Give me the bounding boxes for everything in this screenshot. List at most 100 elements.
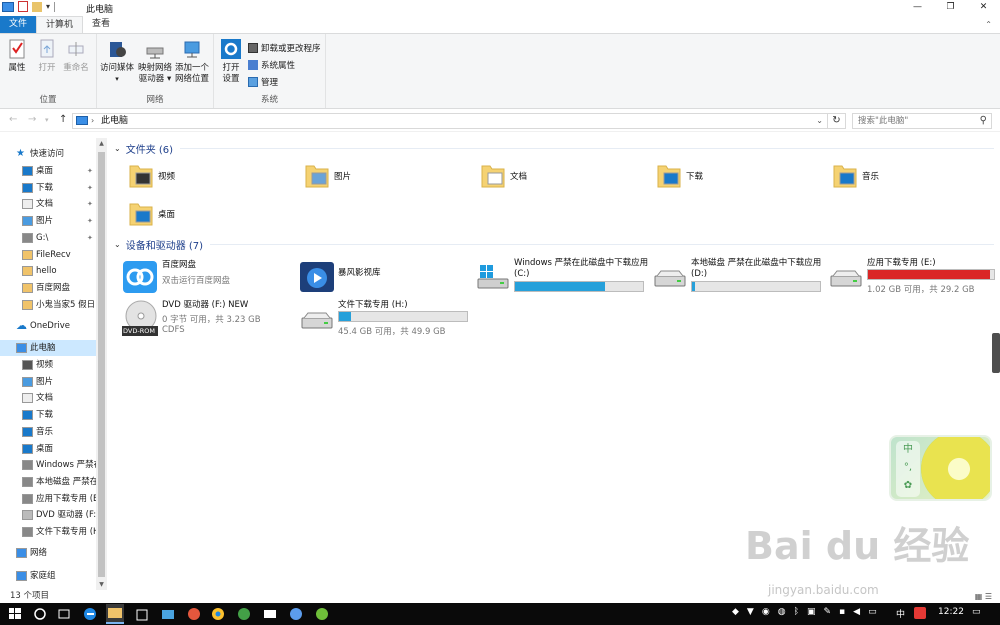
open-settings-button[interactable]: 打开 设置 <box>218 38 244 85</box>
add-network-location-button[interactable]: 添加一个 网络位置 <box>173 38 211 85</box>
devices-section-header[interactable]: ⌄ 设备和驱动器 (7) <box>114 237 203 252</box>
task-view-icon[interactable] <box>56 606 72 622</box>
drive-dvd[interactable]: DVD-ROM DVD 驱动器 (F:) NEW 0 字节 可用，共 3.23 … <box>122 298 292 346</box>
tray-app-icon[interactable]: ◍ <box>778 607 786 617</box>
breadcrumb-separator-icon[interactable]: › <box>91 114 94 128</box>
close-button[interactable]: ✕ <box>967 0 1000 15</box>
nav-this-pc[interactable]: 此电脑 <box>0 340 96 356</box>
nav-pc-d-drive[interactable]: 本地磁盘 严禁在 <box>0 474 96 490</box>
pin-icon[interactable]: ✦ <box>87 196 93 212</box>
scroll-up-arrow-icon[interactable]: ▲ <box>96 140 107 147</box>
tray-app-icon[interactable]: ◆ <box>732 607 739 617</box>
nav-pc-e-drive[interactable]: 应用下载专用 (E <box>0 491 96 507</box>
mail-icon[interactable] <box>262 606 278 622</box>
nav-qa-pictures[interactable]: 图片 ✦ <box>0 213 96 229</box>
nav-pc-documents[interactable]: 文档 <box>0 390 96 406</box>
new-folder-qat-icon[interactable] <box>32 1 42 12</box>
pin-icon[interactable]: ✦ <box>87 213 93 229</box>
folders-section-header[interactable]: ⌄ 文件夹 (6) <box>114 141 173 156</box>
search-icon[interactable] <box>32 606 48 622</box>
pen-icon[interactable]: ✎ <box>823 607 831 617</box>
chrome-icon[interactable] <box>210 606 226 622</box>
clock[interactable]: 12:22 <box>938 607 964 617</box>
folder-documents[interactable]: 文档 <box>466 160 636 196</box>
nav-qa-hello[interactable]: hello <box>0 263 96 279</box>
nav-pc-dvd-drive[interactable]: DVD 驱动器 (F:) <box>0 507 96 523</box>
access-media-button[interactable]: 访问媒体 ▾ <box>100 38 134 85</box>
nav-pc-music[interactable]: 音乐 <box>0 424 96 440</box>
nav-qa-downloads[interactable]: 下载 ✦ <box>0 180 96 196</box>
address-input[interactable]: › 此电脑 ⌄ <box>72 113 828 129</box>
maximize-button[interactable]: ❐ <box>934 0 967 15</box>
up-arrow-icon[interactable]: ↑ <box>59 114 67 125</box>
keyboard-icon[interactable]: ▭ <box>868 607 877 617</box>
system-properties-button[interactable]: 系统属性 <box>248 59 295 71</box>
app-icon-5[interactable] <box>314 606 330 622</box>
view-toggle-buttons[interactable]: ▦ ☰ <box>975 590 992 603</box>
store-icon[interactable] <box>134 606 150 622</box>
nav-pc-pictures[interactable]: 图片 <box>0 374 96 390</box>
properties-qat-icon[interactable] <box>18 1 28 12</box>
app-icon-3[interactable] <box>236 606 252 622</box>
nav-pc-c-drive[interactable]: Windows 严禁在 <box>0 457 96 473</box>
search-input[interactable]: 搜索"此电脑" ⚲ <box>852 113 992 129</box>
widget-punct-button[interactable]: °, <box>896 459 920 477</box>
ime-indicator[interactable]: 中 <box>896 607 905 620</box>
scroll-down-arrow-icon[interactable]: ▼ <box>96 581 107 588</box>
nav-qa-g-drive[interactable]: G:\ ✦ <box>0 230 96 246</box>
refresh-button[interactable]: ↻ <box>828 113 846 129</box>
manage-button[interactable]: 管理 <box>248 76 278 88</box>
uninstall-programs-button[interactable]: 卸载或更改程序 <box>248 42 321 54</box>
nav-qa-filerecv[interactable]: FileRecv <box>0 247 96 263</box>
nav-onedrive[interactable]: ☁ OneDrive <box>0 318 96 334</box>
breadcrumb[interactable]: 此电脑 <box>101 116 128 126</box>
nav-qa-desktop[interactable]: 桌面 ✦ <box>0 163 96 179</box>
tab-view[interactable]: 查看 <box>83 16 119 33</box>
tray-app-icon[interactable]: ▣ <box>807 607 816 617</box>
pin-icon[interactable]: ✦ <box>87 163 93 179</box>
pin-icon[interactable]: ✦ <box>87 230 93 246</box>
nav-qa-documents[interactable]: 文档 ✦ <box>0 196 96 212</box>
folder-videos[interactable]: 视频 <box>114 160 284 196</box>
drive-e[interactable]: 应用下载专用 (E:) 1.02 GB 可用，共 29.2 GB <box>827 256 997 304</box>
widget-settings-button[interactable]: ✿ <box>896 477 920 495</box>
nav-network[interactable]: 网络 <box>0 545 96 561</box>
widget-lang-button[interactable]: 中 <box>896 441 920 459</box>
drive-h[interactable]: 文件下载专用 (H:) 45.4 GB 可用，共 49.9 GB <box>298 298 478 346</box>
file-explorer-taskbar-icon[interactable] <box>106 604 124 624</box>
nav-homegroup[interactable]: 家庭组 <box>0 568 96 584</box>
ime-skin-widget[interactable]: 中 °, ✿ <box>889 435 992 501</box>
tab-computer[interactable]: 计算机 <box>36 16 84 33</box>
start-windows-icon[interactable] <box>8 606 24 622</box>
open-button[interactable]: 打开 <box>36 38 58 74</box>
edge-browser-icon[interactable] <box>82 606 98 622</box>
drive-c[interactable]: Windows 严禁在此磁盘中下载应用 (C:) <box>474 256 654 304</box>
folder-music[interactable]: 音乐 <box>818 160 988 196</box>
app-icon-2[interactable] <box>186 606 202 622</box>
nav-qa-baidu-netdisk[interactable]: 百度网盘 <box>0 280 96 296</box>
address-dropdown-icon[interactable]: ⌄ <box>816 114 823 128</box>
network-icon[interactable]: ▪ <box>839 607 845 617</box>
tab-file[interactable]: 文件 <box>0 16 37 33</box>
nav-scrollbar[interactable]: ▲ ▼ <box>96 138 107 590</box>
nav-pc-videos[interactable]: 视频 <box>0 357 96 373</box>
action-center-icon[interactable]: ▭ <box>972 607 981 617</box>
collapse-ribbon-icon[interactable]: ⌃ <box>985 20 992 29</box>
folder-desktop[interactable]: 桌面 <box>114 198 284 234</box>
nav-pc-desktop[interactable]: 桌面 <box>0 441 96 457</box>
recent-locations-icon[interactable]: ▾ <box>45 116 49 124</box>
folder-downloads[interactable]: 下载 <box>642 160 812 196</box>
app-icon-4[interactable] <box>288 606 304 622</box>
nav-pc-downloads[interactable]: 下载 <box>0 407 96 423</box>
nav-scrollbar-thumb[interactable] <box>98 152 105 577</box>
sogou-icon[interactable] <box>914 607 926 619</box>
customize-qat-icon[interactable]: ▾ <box>46 2 50 11</box>
drive-d[interactable]: 本地磁盘 严禁在此磁盘中下载应用 (D:) <box>651 256 831 304</box>
back-arrow-icon[interactable]: ← <box>9 114 17 125</box>
nav-pc-h-drive[interactable]: 文件下载专用 (H <box>0 524 96 540</box>
bluetooth-icon[interactable]: ᛒ <box>794 607 799 617</box>
app-icon-1[interactable] <box>160 606 176 622</box>
nav-quick-access[interactable]: ★ 快速访问 <box>0 146 96 162</box>
rename-button[interactable]: 重命名 <box>62 38 90 74</box>
pin-icon[interactable]: ✦ <box>87 180 93 196</box>
